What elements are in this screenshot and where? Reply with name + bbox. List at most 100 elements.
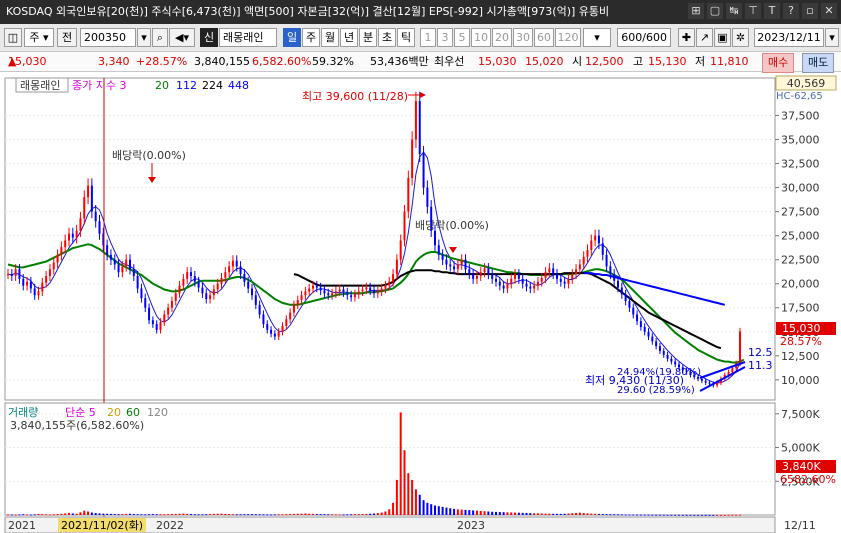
candle-body	[209, 295, 212, 300]
minute-option-60[interactable]: 60	[534, 28, 554, 47]
period-select[interactable]: ▾	[583, 28, 611, 47]
restore-icon[interactable]: ▢	[707, 3, 723, 19]
candle-body	[323, 290, 326, 294]
candle-body	[495, 278, 497, 282]
candle-body	[304, 291, 307, 296]
settings-icon[interactable]: ✲	[732, 28, 749, 47]
volume-bar	[590, 513, 593, 515]
buy-button[interactable]: 매수	[762, 53, 795, 73]
tile-icon[interactable]: ⊞	[688, 3, 704, 19]
volume-bar	[544, 513, 547, 515]
candle-body	[285, 319, 288, 326]
volume-bar	[655, 514, 658, 516]
minute-option-1[interactable]: 1	[420, 28, 436, 47]
code-input[interactable]: 200350	[80, 28, 136, 47]
volume-bar	[163, 514, 166, 516]
help-icon[interactable]: ?	[783, 3, 799, 19]
volume-bar	[712, 514, 715, 516]
volume-bar	[559, 513, 562, 515]
date-input[interactable]: 2023/12/11	[754, 28, 824, 47]
save-icon[interactable]: ▣	[714, 28, 731, 47]
annotation-dividend-1: 배당락(0.00%)	[112, 149, 186, 162]
candle-body	[235, 260, 238, 267]
volume-bar	[666, 514, 669, 516]
candle-body	[315, 285, 318, 288]
volume-bar	[662, 514, 665, 516]
price-tick-label: 10,000	[781, 374, 820, 387]
minute-option-30[interactable]: 30	[513, 28, 533, 47]
market-select[interactable]: 주 ▾	[24, 28, 54, 47]
sound-icon[interactable]: ◀▾	[169, 28, 195, 47]
candle-body	[624, 294, 627, 301]
candle-body	[506, 283, 509, 289]
stock-chart[interactable]: 래몽래인 종가 지수 3 20 112 224 448 최고 39,600 (1…	[0, 73, 841, 533]
volume-bar	[586, 513, 589, 515]
dropdown-icon[interactable]: ▾	[137, 28, 151, 47]
candle-body	[655, 341, 658, 347]
tab-minute[interactable]: 분	[359, 28, 377, 47]
price-tick-label: 12,500	[781, 350, 820, 363]
count-input[interactable]: 600/600	[617, 28, 671, 47]
tab-second[interactable]: 초	[378, 28, 396, 47]
tab-year[interactable]: 년	[340, 28, 358, 47]
tab-tick[interactable]: 틱	[397, 28, 415, 47]
volume-bar	[434, 505, 436, 515]
minute-option-20[interactable]: 20	[492, 28, 512, 47]
candle-body	[247, 281, 250, 289]
text-icon[interactable]: T	[764, 3, 780, 19]
pin-icon[interactable]: ⊤	[745, 3, 761, 19]
candle-body	[87, 185, 90, 198]
close-price: 15,030 ▲	[8, 55, 47, 68]
tab-day[interactable]: 일	[283, 28, 301, 47]
candle-body	[83, 197, 86, 219]
volume-bar	[571, 513, 574, 515]
volume-bar	[94, 513, 97, 515]
candle-body	[170, 300, 173, 308]
volume-bar	[495, 511, 497, 515]
minute-option-120[interactable]: 120	[555, 28, 581, 47]
candle-body	[582, 256, 585, 265]
candle-body	[243, 274, 246, 282]
calendar-icon[interactable]: ▾	[825, 28, 839, 47]
search-icon[interactable]: ⌕	[152, 28, 168, 47]
price-tick-label: 32,500	[781, 158, 820, 171]
volume-bar	[685, 514, 688, 516]
volume-bar	[716, 514, 719, 516]
trade-value: 53,436백만	[370, 55, 429, 68]
layout-icon[interactable]: ◫	[4, 28, 22, 47]
candle-body	[483, 268, 486, 273]
volume-bar	[41, 514, 44, 516]
volume-bar	[22, 514, 25, 516]
link-icon[interactable]: ↹	[726, 3, 742, 19]
prev-button[interactable]: 전	[57, 28, 77, 47]
stock-name-field[interactable]: 래몽래인	[219, 28, 277, 47]
volume-bar	[289, 514, 292, 516]
tab-week[interactable]: 주	[302, 28, 320, 47]
minute-option-3[interactable]: 3	[437, 28, 453, 47]
candle-body	[231, 260, 234, 267]
tool-icon[interactable]: ✚	[678, 28, 695, 47]
volume-bar	[350, 514, 353, 516]
close-icon[interactable]: ✕	[821, 3, 837, 19]
volume-bar	[609, 514, 612, 516]
volume-bar	[45, 514, 48, 516]
volume-bar	[83, 510, 86, 515]
draw-icon[interactable]: ↗	[696, 28, 713, 47]
candle-body	[56, 254, 59, 263]
minute-option-10[interactable]: 10	[471, 28, 491, 47]
minute-option-5[interactable]: 5	[454, 28, 470, 47]
volume-bar	[727, 514, 730, 516]
window-controls: ⊞ ▢ ↹ ⊤ T ? ▫ ✕	[688, 3, 837, 19]
candle-body	[456, 264, 459, 270]
volume-bar	[399, 412, 402, 515]
candle-body	[174, 293, 177, 301]
volume-pct: 6,582.60%	[252, 55, 312, 68]
volume-bar	[52, 514, 55, 516]
sell-button[interactable]: 매도	[802, 53, 835, 73]
candle-body	[220, 277, 223, 284]
tab-month[interactable]: 월	[321, 28, 339, 47]
x-label-2023: 2023	[457, 519, 485, 532]
volume-bar	[239, 514, 242, 516]
minimize-icon[interactable]: ▫	[802, 3, 818, 19]
candle-body	[182, 278, 185, 286]
